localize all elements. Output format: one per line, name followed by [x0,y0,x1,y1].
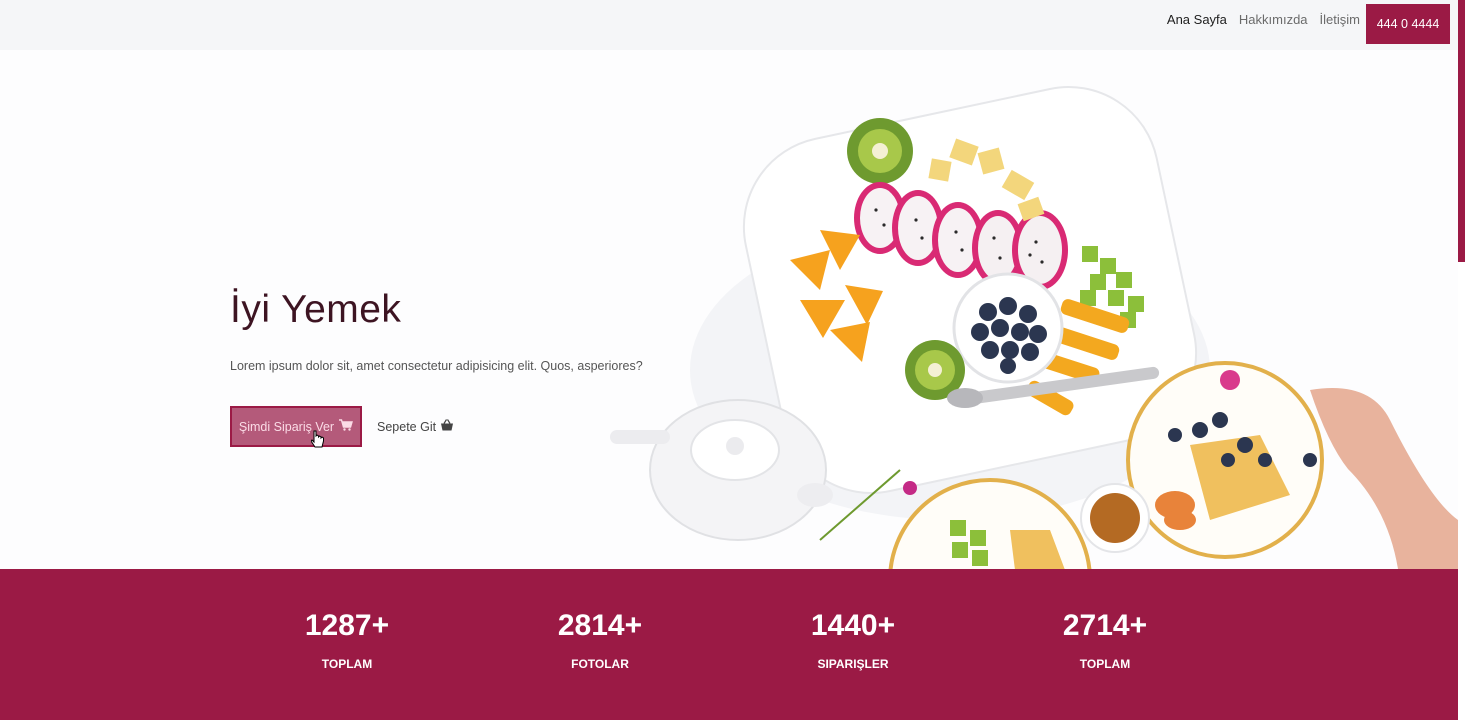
order-now-button[interactable]: Şimdi Sipariş Ver [230,406,362,447]
hero-section: İyi Yemek Lorem ipsum dolor sit, amet co… [0,50,1458,569]
page-scrollbar[interactable] [1458,0,1465,720]
stats-section: 1287+ TOPLAM 2814+ FOTOLAR 1440+ SIPARIŞ… [0,569,1458,720]
stat-label: TOPLAM [1079,657,1131,671]
nav-link-contact[interactable]: İletişim [1320,12,1360,27]
stat-label: SIPARIŞLER [817,657,889,671]
stat-value: 1440+ [810,609,896,642]
stat-item: 1440+ SIPARIŞLER [753,609,953,671]
nav-link-about[interactable]: Hakkımızda [1239,12,1308,27]
basket-icon [440,419,454,434]
stat-value: 2714+ [1062,609,1148,642]
stat-item: 1287+ TOPLAM [247,609,447,671]
stat-label: FOTOLAR [571,657,629,671]
go-to-cart-label: Sepete Git [377,419,437,434]
page: Ana Sayfa Hakkımızda İletişim 444 0 4444 [0,0,1465,720]
scrollbar-thumb[interactable] [1458,0,1465,262]
phone-button[interactable]: 444 0 4444 [1366,4,1450,44]
stat-value: 2814+ [557,609,643,642]
navbar: Ana Sayfa Hakkımızda İletişim 444 0 4444 [0,0,1458,50]
food-photo [610,86,1458,569]
stat-label: TOPLAM [321,657,373,671]
stat-item: 2814+ FOTOLAR [500,609,700,671]
stat-item: 2714+ TOPLAM [1005,609,1205,671]
nav-links: Ana Sayfa Hakkımızda İletişim [1167,12,1360,27]
pointer-cursor-icon [311,430,324,448]
hero-title: İyi Yemek [230,288,402,331]
shopping-cart-icon [339,419,354,434]
stat-value: 1287+ [304,609,390,642]
nav-link-home[interactable]: Ana Sayfa [1167,12,1227,27]
hero-description: Lorem ipsum dolor sit, amet consectetur … [230,359,643,373]
go-to-cart-link[interactable]: Sepete Git [377,419,454,434]
